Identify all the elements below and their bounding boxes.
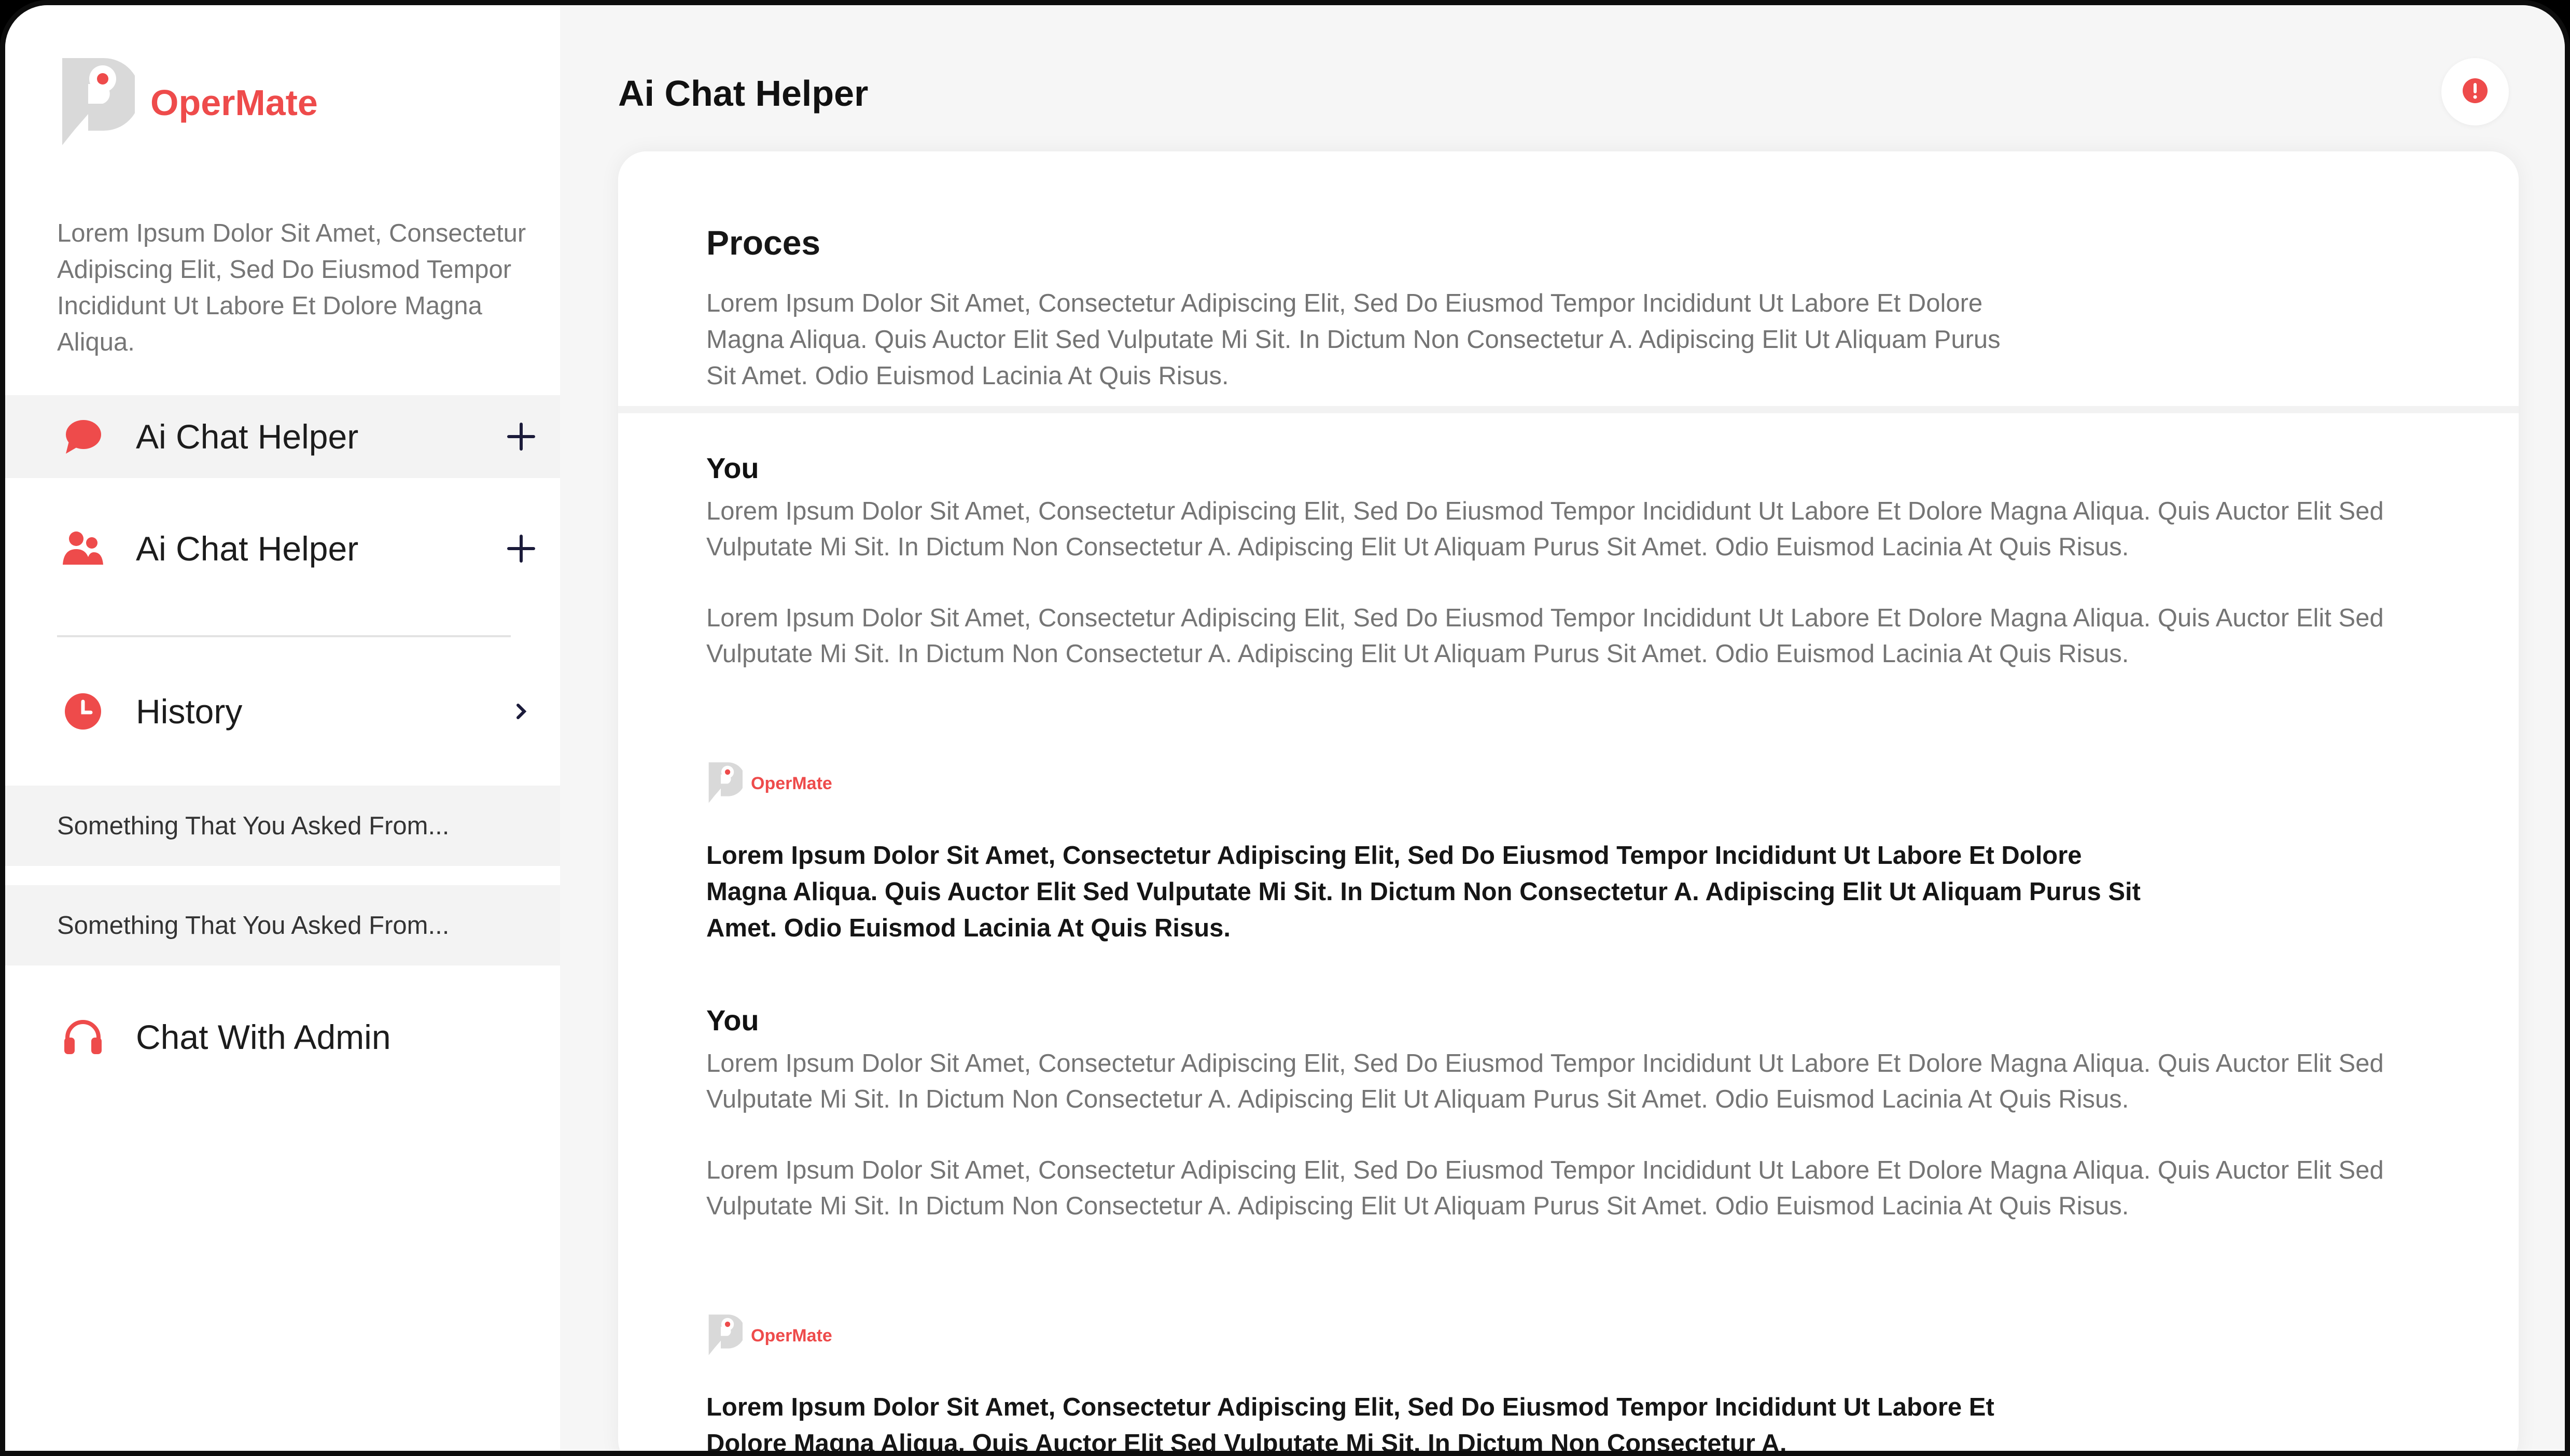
- sidebar-item-history[interactable]: History: [5, 670, 560, 753]
- bot-name: OperMate: [751, 774, 832, 793]
- opermate-logo-icon: [706, 1311, 745, 1361]
- proces-text: Lorem Ipsum Dolor Sit Amet, Consectetur …: [706, 289, 2001, 390]
- sidebar-item-chat-with-admin[interactable]: Chat With Admin: [5, 996, 560, 1079]
- bot-avatar: OperMate: [706, 1311, 832, 1361]
- history-item[interactable]: Something That You Asked From...: [5, 786, 560, 866]
- bot-name: OperMate: [751, 1326, 832, 1346]
- main-panel: Ai Chat Helper Proces Lorem Ipsum Dolor …: [560, 5, 2565, 1456]
- brand-name: OperMate: [150, 82, 318, 123]
- message-author: You: [706, 452, 759, 484]
- page-title: Ai Chat Helper: [618, 73, 869, 114]
- plus-icon[interactable]: [500, 528, 542, 569]
- bot-message-text: Lorem Ipsum Dolor Sit Amet, Consectetur …: [706, 842, 2141, 942]
- history-item[interactable]: Something That You Asked From...: [5, 885, 560, 965]
- proces-section: Proces Lorem Ipsum Dolor Sit Amet, Conse…: [618, 151, 2519, 413]
- proces-title: Proces: [706, 223, 821, 262]
- sidebar-item-label: History: [136, 692, 243, 731]
- sidebar-item-label: Ai Chat Helper: [136, 417, 359, 456]
- headset-icon: [62, 1016, 104, 1058]
- brand[interactable]: OperMate: [57, 52, 318, 153]
- clock-icon: [62, 691, 104, 732]
- bot-avatar: OperMate: [706, 759, 832, 808]
- sidebar-item-label: Ai Chat Helper: [136, 529, 359, 568]
- message-text: Lorem Ipsum Dolor Sit Amet, Consectetur …: [706, 1049, 2384, 1113]
- chat-card: Proces Lorem Ipsum Dolor Sit Amet, Conse…: [618, 151, 2519, 1456]
- sidebar-item-ai-chat-helper-2[interactable]: Ai Chat Helper: [5, 507, 560, 590]
- message-text: Lorem Ipsum Dolor Sit Amet, Consectetur …: [706, 497, 2384, 561]
- alert-button[interactable]: [2441, 58, 2509, 125]
- opermate-logo-icon: [57, 52, 140, 153]
- message-author: You: [706, 1004, 759, 1037]
- bot-message-text: Lorem Ipsum Dolor Sit Amet, Consectetur …: [706, 1393, 1994, 1456]
- alert-icon: [2462, 78, 2488, 106]
- history-item-label: Something That You Asked From...: [57, 911, 450, 940]
- chat-bubble-icon: [62, 416, 104, 457]
- plus-icon[interactable]: [500, 416, 542, 457]
- sidebar-item-ai-chat-helper[interactable]: Ai Chat Helper: [5, 395, 560, 478]
- sidebar-divider: [57, 635, 511, 637]
- chevron-right-icon[interactable]: [500, 691, 542, 732]
- message-text: Lorem Ipsum Dolor Sit Amet, Consectetur …: [706, 604, 2384, 668]
- users-icon: [62, 528, 104, 569]
- history-item-label: Something That You Asked From...: [57, 811, 450, 840]
- app-window: OperMate Lorem Ipsum Dolor Sit Amet, Con…: [0, 0, 2570, 1456]
- brand-description: Lorem Ipsum Dolor Sit Amet, Consectetur …: [57, 219, 526, 356]
- message-text: Lorem Ipsum Dolor Sit Amet, Consectetur …: [706, 1156, 2384, 1220]
- sidebar: OperMate Lorem Ipsum Dolor Sit Amet, Con…: [5, 5, 560, 1451]
- sidebar-item-label: Chat With Admin: [136, 1018, 391, 1056]
- opermate-logo-icon: [706, 759, 745, 808]
